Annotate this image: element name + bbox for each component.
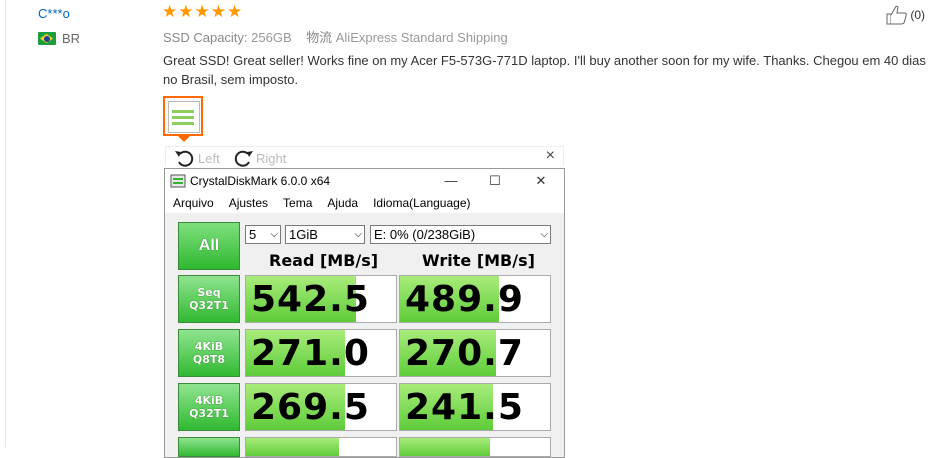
star-rating: ★ ★ ★ ★ ★ — [162, 3, 242, 21]
read-result-value: 542.5 — [251, 279, 370, 320]
test-count-value: 5 — [249, 227, 257, 242]
row-label-line1: Seq — [197, 286, 221, 299]
rotate-right-button[interactable]: Right — [232, 148, 286, 168]
thumbs-up-icon — [886, 5, 908, 25]
left-divider — [5, 0, 6, 447]
write-result-value: 270.7 — [405, 333, 524, 374]
country-code: BR — [62, 31, 81, 46]
run-all-button[interactable]: All — [178, 222, 240, 270]
drive-select[interactable]: E: 0% (0/238GiB) ⌵ — [370, 225, 551, 244]
rotate-right-label: Right — [256, 150, 287, 166]
rotate-left-label: Left — [198, 150, 220, 166]
rotate-left-button[interactable]: Left — [174, 148, 220, 168]
window-close-button[interactable]: ✕ — [527, 171, 555, 191]
star-icon: ★ — [178, 2, 194, 21]
star-icon: ★ — [210, 2, 226, 21]
test-size-select[interactable]: 1GiB ⌵ — [285, 225, 365, 244]
seq-q32t1-button[interactable]: Seq Q32T1 — [178, 275, 240, 323]
write-column-header: Write [MB/s] — [422, 251, 535, 270]
spec-label: SSD Capacity: — [163, 30, 248, 45]
4kib-q8t8-button[interactable]: 4KiB Q8T8 — [178, 329, 240, 377]
read-result-cell: 269.5 — [245, 383, 397, 431]
maximize-button[interactable]: ☐ — [481, 171, 509, 191]
write-result-value: 241.5 — [405, 387, 524, 428]
row-label-line1: 4KiB — [194, 394, 224, 407]
4kib-q32t1-button[interactable]: 4KiB Q32T1 — [178, 383, 240, 431]
rotate-left-icon — [175, 150, 194, 167]
star-icon: ★ — [194, 2, 210, 21]
read-column-header: Read [MB/s] — [269, 251, 379, 270]
write-result-cell: 270.7 — [399, 329, 551, 377]
read-result-value: 269.5 — [251, 387, 370, 428]
spec-value: 256GB — [251, 30, 292, 45]
image-viewer-toolbar: Left Right × — [165, 146, 564, 168]
minimize-button[interactable]: — — [437, 171, 465, 191]
reviewer-name[interactable]: C***o — [38, 6, 70, 21]
menu-ajuda[interactable]: Ajuda — [319, 193, 365, 213]
menu-tema[interactable]: Tema — [275, 193, 319, 213]
write-result-cell — [399, 437, 551, 457]
shipping-value: AliExpress Standard Shipping — [335, 30, 508, 45]
window-titlebar: CrystalDiskMark 6.0.0 x64 — ☐ ✕ — [165, 169, 564, 193]
star-icon: ★ — [227, 2, 243, 21]
read-progress-bar — [246, 438, 339, 456]
review-text: Great SSD! Great seller! Works fine on m… — [163, 53, 926, 87]
menu-ajustes[interactable]: Ajustes — [221, 193, 275, 213]
shipping-label: 物流 — [306, 30, 333, 45]
disk-app-icon — [170, 174, 186, 188]
read-result-cell: 542.5 — [245, 275, 397, 323]
order-specs: SSD Capacity: 256GB 物流 AliExpress Standa… — [163, 27, 508, 46]
row-label-line2: Q8T8 — [192, 353, 226, 366]
helpful-button[interactable]: (0) — [886, 5, 925, 25]
row-label-line1: 4KiB — [194, 340, 224, 353]
brazil-flag-icon — [38, 32, 56, 45]
helpful-count: (0) — [910, 8, 925, 22]
row-label-line2: Q32T1 — [189, 299, 229, 312]
rotate-right-icon — [234, 150, 253, 167]
write-result-cell: 489.9 — [399, 275, 551, 323]
menu-bar: Arquivo Ajustes Tema Ajuda Idioma(Langua… — [165, 193, 564, 213]
write-result-value: 489.9 — [405, 279, 524, 320]
row-label-line2: Q32T1 — [189, 407, 229, 420]
write-result-cell: 241.5 — [399, 383, 551, 431]
4kib-q1t1-button[interactable] — [178, 437, 240, 457]
read-result-cell — [245, 437, 397, 457]
read-result-value: 271.0 — [251, 333, 370, 374]
test-size-value: 1GiB — [289, 227, 318, 242]
chevron-down-icon: ⌵ — [354, 229, 362, 240]
chevron-down-icon: ⌵ — [270, 229, 278, 240]
crystaldiskmark-window: CrystalDiskMark 6.0.0 x64 — ☐ ✕ Arquivo … — [164, 168, 565, 458]
drive-value: E: 0% (0/238GiB) — [374, 227, 476, 242]
window-title: CrystalDiskMark 6.0.0 x64 — [190, 174, 331, 188]
star-icon: ★ — [162, 2, 178, 21]
reviewer-country: BR — [38, 31, 80, 46]
test-count-select[interactable]: 5 ⌵ — [245, 225, 281, 244]
menu-arquivo[interactable]: Arquivo — [165, 193, 221, 213]
read-result-cell: 271.0 — [245, 329, 397, 377]
write-progress-bar — [400, 438, 490, 456]
thumbnail-pointer — [178, 136, 190, 142]
close-viewer-button[interactable]: × — [546, 147, 555, 165]
review-photo-thumbnail[interactable] — [163, 96, 203, 136]
menu-idioma[interactable]: Idioma(Language) — [365, 193, 477, 213]
chevron-down-icon: ⌵ — [540, 229, 548, 240]
